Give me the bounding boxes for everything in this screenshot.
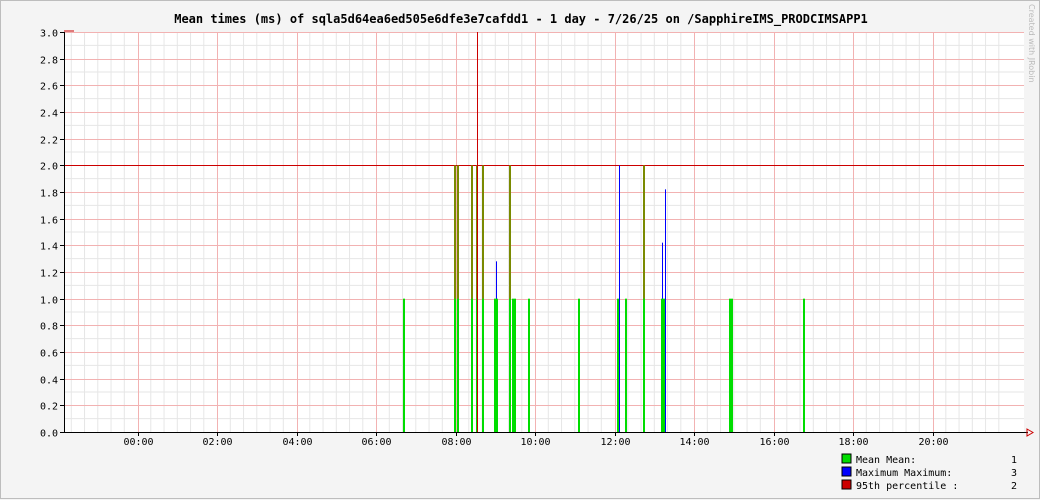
bar-mean xyxy=(514,298,516,432)
chart-svg: Mean times (ms) of sqla5d64ea6ed505e6dfe… xyxy=(40,4,1036,492)
chart-frame: Mean times (ms) of sqla5d64ea6ed505e6dfe… xyxy=(0,0,1040,499)
chart-title: Mean times (ms) of sqla5d64ea6ed505e6dfe… xyxy=(174,12,868,27)
y-tick-label: 2.2 xyxy=(40,136,58,147)
y-tick-label: 1.8 xyxy=(40,189,58,200)
y-tick-label: 1.4 xyxy=(40,242,58,253)
bar-mean xyxy=(663,298,665,432)
y-tick-label: 0.4 xyxy=(40,376,58,387)
legend-swatch xyxy=(841,453,852,464)
bar-mean xyxy=(528,298,530,432)
bar-mean xyxy=(803,298,805,432)
x-tick-label: 04:00 xyxy=(282,437,312,448)
bar-mean xyxy=(512,298,514,432)
legend-item: Maximum Maximum: 3 xyxy=(841,466,1017,479)
x-tick-label: 08:00 xyxy=(441,437,471,448)
y-tick-label: 1.0 xyxy=(40,296,58,307)
y-tick-label: 1.2 xyxy=(40,269,58,280)
bar-mean xyxy=(729,298,731,432)
x-tick-label: 10:00 xyxy=(520,437,550,448)
legend: Mean Mean: 1Maximum Maximum: 395th percent… xyxy=(841,453,1017,492)
bar-mean xyxy=(494,298,496,432)
y-tick-label: 2.8 xyxy=(40,56,58,67)
y-tick-label: 0.8 xyxy=(40,322,58,333)
bar-maximum xyxy=(619,165,620,433)
bar-mean xyxy=(617,298,619,432)
legend-swatch xyxy=(841,466,852,477)
bar-mean xyxy=(731,298,733,432)
y-tick-label: 0.2 xyxy=(40,402,58,413)
x-tick-label: 06:00 xyxy=(361,437,391,448)
x-tick-label: 00:00 xyxy=(123,437,153,448)
bar-mean-base xyxy=(471,298,473,432)
y-tick-label: 2.6 xyxy=(40,82,58,93)
watermark-text: Created with JRobin xyxy=(1027,4,1036,83)
x-tick-label: 20:00 xyxy=(918,437,948,448)
bar-mean-base xyxy=(643,298,645,432)
y-tick-label: 2.4 xyxy=(40,109,58,120)
y-tick-label: 3.0 xyxy=(40,29,58,40)
bar-maximum xyxy=(665,189,666,432)
y-tick-label: 2.0 xyxy=(40,162,58,173)
legend-label: Maximum Maximum: xyxy=(856,468,952,479)
bar-95th-percentile xyxy=(477,32,478,432)
x-tick-label: 14:00 xyxy=(679,437,709,448)
bar-mean xyxy=(403,298,405,432)
bar-mean xyxy=(578,298,580,432)
x-tick-label: 12:00 xyxy=(600,437,630,448)
x-tick-label: 18:00 xyxy=(838,437,868,448)
legend-item: Mean Mean: 1 xyxy=(841,453,1017,466)
y-tick-label: 1.6 xyxy=(40,216,58,227)
x-tick-label: 16:00 xyxy=(759,437,789,448)
bar-mean xyxy=(661,298,663,432)
bar-mean xyxy=(496,298,498,432)
bar-mean xyxy=(625,298,627,432)
y-tick-label: 0.0 xyxy=(40,429,58,440)
legend-value: 3 xyxy=(1011,468,1017,479)
legend-value: 2 xyxy=(1011,481,1017,492)
bar-mean-base xyxy=(454,298,456,432)
bar-mean-base xyxy=(482,298,484,432)
legend-label: Mean Mean: xyxy=(856,455,916,466)
bar-mean-base xyxy=(509,298,511,432)
legend-label: 95th percentile : xyxy=(856,481,958,492)
x-tick-label: 02:00 xyxy=(202,437,232,448)
bar-mean-base xyxy=(457,298,459,432)
legend-item: 95th percentile : 2 xyxy=(841,479,1017,492)
legend-swatch xyxy=(841,479,852,490)
legend-value: 1 xyxy=(1011,455,1017,466)
y-tick-label: 0.6 xyxy=(40,349,58,360)
